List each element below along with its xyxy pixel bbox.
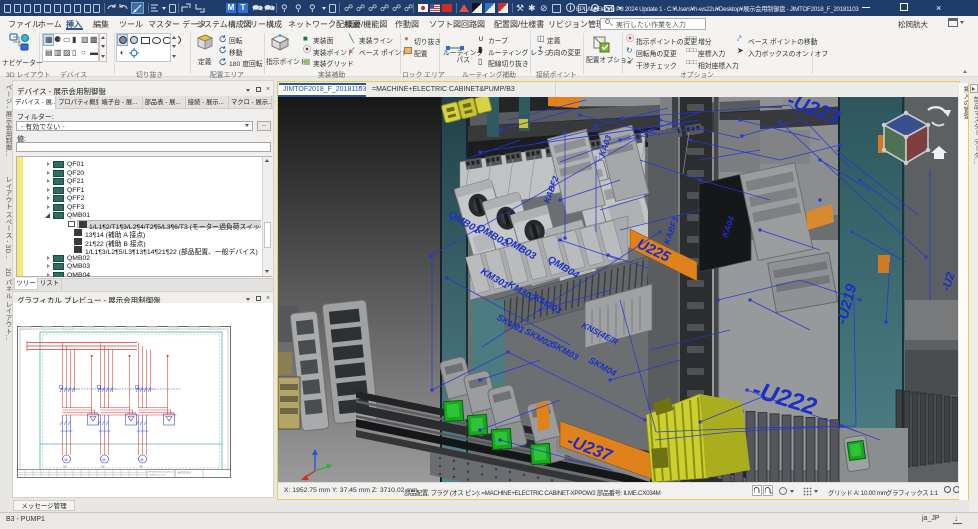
svg-text:M: M — [141, 458, 144, 462]
svg-text:GmbH & Co. KG: GmbH & Co. KG — [149, 475, 165, 477]
svg-text:-M0: -M0 — [101, 466, 106, 469]
svg-text:M: M — [103, 458, 106, 462]
svg-text:-M0: -M0 — [139, 466, 144, 469]
svg-text:JIMTOF2018: JIMTOF2018 — [177, 472, 192, 475]
svg-text:M: M — [65, 458, 68, 462]
svg-text:EPLAN Software & Service: EPLAN Software & Service — [149, 471, 176, 474]
svg-text:-M0: -M0 — [63, 466, 68, 469]
